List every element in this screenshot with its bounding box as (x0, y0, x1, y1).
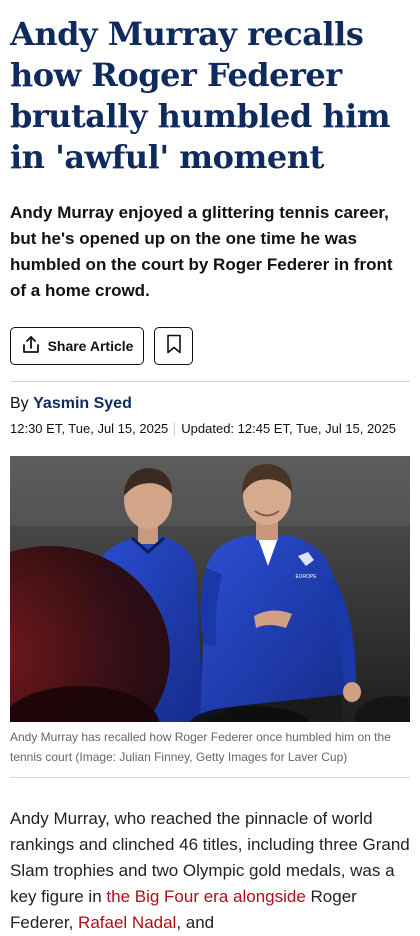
jacket-badge-text: EUROPE (295, 574, 317, 580)
byline: By Yasmin Syed (10, 395, 410, 413)
article-actions: Share Article (10, 327, 410, 365)
article-body-paragraph: Andy Murray, who reached the pinnacle of… (10, 806, 410, 936)
share-article-button[interactable]: Share Article (10, 327, 144, 365)
divider (10, 381, 410, 382)
hero-image: EUROPE (10, 456, 410, 722)
article-page: Andy Murray recalls how Roger Federer br… (0, 0, 420, 936)
body-text: , and (176, 913, 215, 932)
divider (10, 777, 410, 778)
byline-prefix: By (10, 395, 29, 412)
share-icon (21, 335, 41, 358)
article-standfirst: Andy Murray enjoyed a glittering tennis … (10, 203, 393, 300)
bookmark-icon (166, 334, 182, 359)
big-four-link[interactable]: the Big Four era alongside (106, 887, 305, 906)
article-headline: Andy Murray recalls how Roger Federer br… (10, 15, 391, 176)
share-article-label: Share Article (47, 338, 134, 354)
bookmark-button[interactable] (154, 327, 193, 365)
image-caption: Andy Murray has recalled how Roger Feder… (10, 730, 391, 764)
article-dates: 12:30 ET, Tue, Jul 15, 2025 Updated: 12:… (10, 421, 410, 436)
author-link[interactable]: Yasmin Syed (33, 395, 132, 412)
date-separator (174, 421, 176, 436)
rafael-nadal-link[interactable]: Rafael Nadal (78, 913, 176, 932)
updated-time: Updated: 12:45 ET, Tue, Jul 15, 2025 (181, 421, 396, 436)
published-time: 12:30 ET, Tue, Jul 15, 2025 (10, 421, 169, 436)
